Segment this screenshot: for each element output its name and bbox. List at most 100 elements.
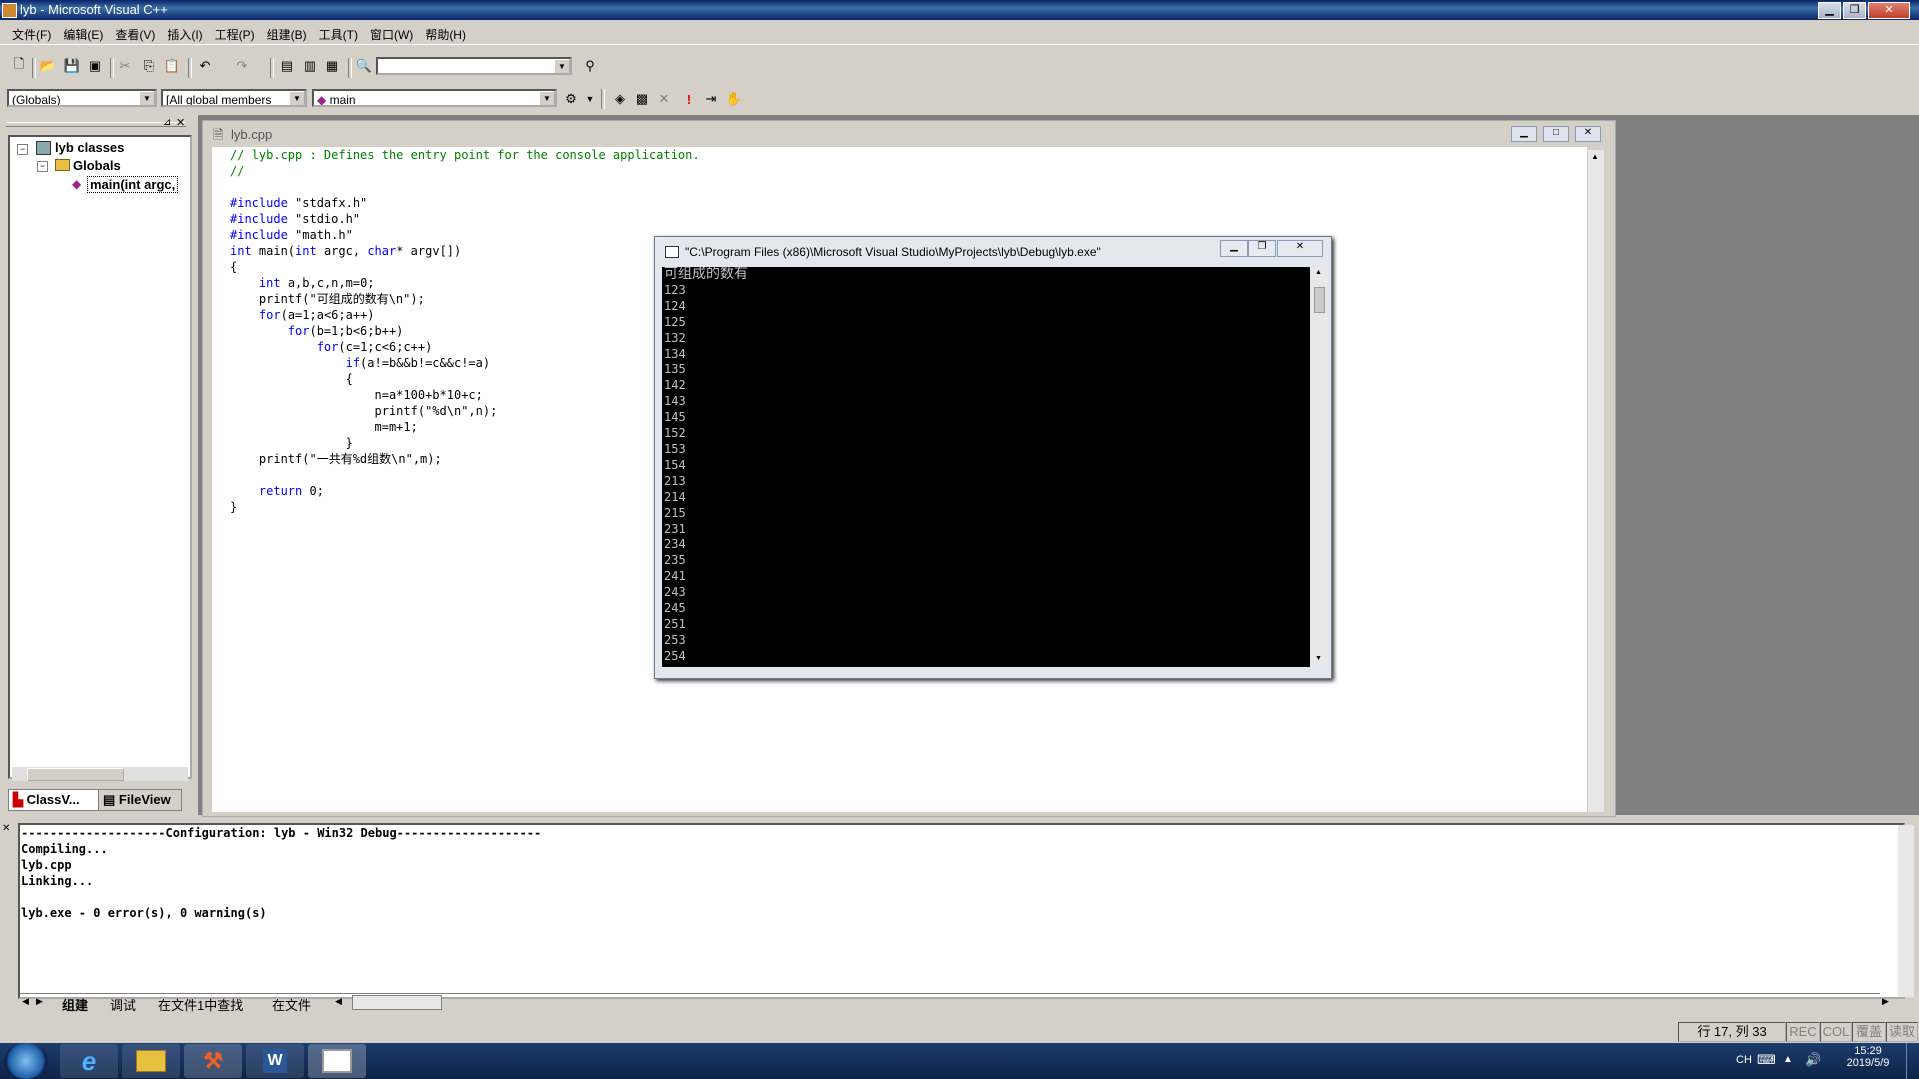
save-all-icon[interactable]: ▣	[85, 56, 105, 76]
window-list-icon[interactable]: ▦	[322, 56, 342, 76]
visual-cpp-taskbar-icon[interactable]: ⚒	[184, 1044, 242, 1078]
tab-find-in-files-1[interactable]: 在文件1中查找	[158, 995, 243, 1014]
internet-explorer-icon[interactable]: e	[60, 1044, 118, 1078]
scroll-up-icon[interactable]: ▲	[1591, 152, 1599, 161]
start-button[interactable]	[4, 1043, 48, 1079]
output-line: lyb.cpp	[21, 858, 72, 872]
go-icon[interactable]: ⇥	[701, 89, 721, 109]
execute-icon[interactable]: !	[679, 89, 699, 109]
output-vertical-scrollbar[interactable]	[1898, 825, 1914, 997]
tree-item-main[interactable]: main(int argc,	[87, 176, 179, 193]
console-minimize-button[interactable]: ▁	[1220, 240, 1248, 257]
console-line: 154	[664, 457, 686, 472]
clock-date: 2019/5/9	[1846, 1057, 1890, 1069]
member-combo[interactable]: ◆ main ▼	[312, 89, 557, 107]
panel-resize-icon[interactable]: ⊿	[163, 117, 171, 128]
show-desktop-button[interactable]	[1906, 1043, 1919, 1079]
collapse-icon[interactable]: −	[37, 161, 48, 172]
class-combo[interactable]: (Globals) ▼	[7, 89, 157, 107]
tab-classview-label: ClassV...	[26, 792, 80, 807]
undo-icon[interactable]: ↶	[195, 56, 215, 76]
menu-window[interactable]: 窗口(W)	[364, 22, 419, 43]
restore-button[interactable]: ❐	[1843, 2, 1866, 19]
copy-icon[interactable]: ⎘	[139, 56, 159, 76]
explorer-folder-icon[interactable]	[122, 1044, 180, 1078]
editor-maximize-button[interactable]: □	[1543, 126, 1569, 142]
tab-find-in-files-2[interactable]: 在文件	[272, 995, 311, 1014]
build-output: --------------------Configuration: lyb -…	[21, 825, 541, 921]
find-combo[interactable]: ▼	[376, 57, 572, 75]
open-folder-icon[interactable]: 📂	[38, 56, 58, 76]
console-scrollbar[interactable]: ▲ ▼	[1311, 267, 1327, 667]
status-read: 读取	[1886, 1022, 1918, 1042]
paste-icon[interactable]: 📋	[162, 56, 182, 76]
output-close-icon[interactable]: ✕	[2, 823, 10, 834]
language-indicator[interactable]: CH	[1736, 1054, 1752, 1066]
horizontal-scrollbar[interactable]	[12, 767, 188, 781]
tab-build[interactable]: 组建	[62, 995, 88, 1014]
tab-scroll-left-icon[interactable]: ◀	[22, 996, 29, 1007]
breakpoint-hand-icon[interactable]: ✋	[724, 89, 744, 109]
build-icon[interactable]: ▩	[632, 89, 652, 109]
scroll-up-icon[interactable]: ▲	[1315, 269, 1322, 276]
collapse-icon[interactable]: −	[17, 144, 28, 155]
compile-icon[interactable]: ◈	[610, 89, 630, 109]
console-line: 213	[664, 473, 686, 488]
tree-root[interactable]: lyb classes	[55, 140, 124, 155]
menu-view[interactable]: 查看(V)	[109, 22, 161, 43]
editor-minimize-button[interactable]: ▁	[1511, 126, 1537, 142]
wizard-action-dropdown[interactable]: ▼	[580, 89, 600, 109]
console-line: 231	[664, 521, 686, 536]
fileview-tab-icon: ▤	[103, 792, 116, 807]
filter-combo[interactable]: [All global members ▼	[161, 89, 307, 107]
tab-debug[interactable]: 调试	[110, 995, 136, 1014]
tree-folder-globals[interactable]: Globals	[73, 158, 121, 173]
filter-combo-value: [All global members	[166, 93, 272, 107]
source-code: // lyb.cpp : Defines the entry point for…	[230, 147, 700, 515]
hscroll-left-icon[interactable]: ◀	[335, 996, 342, 1007]
menu-tools[interactable]: 工具(T)	[313, 22, 364, 43]
wizard-action-icon[interactable]: ⚙	[561, 89, 581, 109]
keyboard-icon[interactable]: ⌨	[1757, 1052, 1776, 1068]
hscroll-right-icon[interactable]: ▶	[1882, 996, 1889, 1007]
panel-close-icon[interactable]: ✕	[176, 116, 185, 129]
scroll-down-icon[interactable]: ▼	[1315, 655, 1322, 662]
menu-file[interactable]: 文件(F)	[6, 22, 57, 43]
console-close-button[interactable]: ✕	[1277, 240, 1323, 257]
output-horizontal-scrollbar[interactable]	[352, 995, 442, 1010]
menu-insert[interactable]: 插入(I)	[161, 22, 208, 43]
tab-fileview[interactable]: ▤ FileView	[98, 789, 182, 811]
code-line: {	[230, 372, 353, 386]
close-button[interactable]: ✕	[1868, 2, 1910, 19]
minimize-button[interactable]: ▁	[1818, 2, 1841, 19]
save-icon[interactable]: 💾	[62, 56, 82, 76]
workspace-icon[interactable]: ▤	[277, 56, 297, 76]
code-line: for(c=1;c<6;c++)	[316, 340, 433, 354]
clock[interactable]: 15:29 2019/5/9	[1836, 1045, 1900, 1069]
cut-icon[interactable]: ✂	[115, 56, 135, 76]
output-window-icon[interactable]: ▥	[300, 56, 320, 76]
tray-expand-icon[interactable]: ▲	[1783, 1054, 1793, 1065]
editor-close-button[interactable]: ✕	[1575, 126, 1601, 142]
redo-icon[interactable]: ↷	[232, 56, 252, 76]
console-taskbar-icon[interactable]	[308, 1044, 366, 1078]
find-in-files-icon[interactable]: 🔍	[354, 56, 374, 76]
volume-icon[interactable]: 🔊	[1805, 1052, 1821, 1068]
new-file-icon[interactable]: 🗋	[9, 56, 29, 76]
menu-edit[interactable]: 编辑(E)	[57, 22, 109, 43]
code-line: {	[230, 260, 238, 274]
menu-project[interactable]: 工程(P)	[209, 22, 261, 43]
menu-help[interactable]: 帮助(H)	[419, 22, 472, 43]
word-icon[interactable]: W	[246, 1044, 304, 1078]
tab-classview[interactable]: ▙ ClassV...	[8, 789, 104, 811]
menu-build[interactable]: 组建(B)	[261, 22, 313, 43]
console-maximize-button[interactable]: ❐	[1248, 240, 1276, 257]
scroll-thumb[interactable]	[1314, 287, 1325, 313]
code-line: }	[230, 436, 353, 450]
find-binoculars-icon[interactable]: ⚲	[580, 56, 600, 76]
tab-scroll-right-icon[interactable]: ▶	[36, 996, 43, 1007]
editor-vertical-scrollbar[interactable]: ▲	[1588, 150, 1604, 812]
stop-build-icon[interactable]: ✕	[654, 89, 674, 109]
